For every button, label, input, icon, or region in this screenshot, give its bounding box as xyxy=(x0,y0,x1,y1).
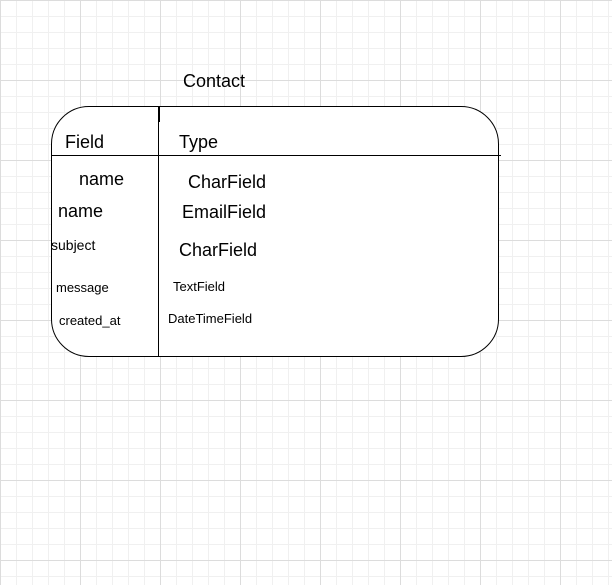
entity-title[interactable]: Contact xyxy=(183,71,245,92)
row-3-type[interactable]: CharField xyxy=(179,241,257,259)
row-5-field[interactable]: created_at xyxy=(59,314,120,327)
row-4-field[interactable]: message xyxy=(56,281,109,294)
row-5-type[interactable]: DateTimeField xyxy=(168,312,252,325)
diagram-canvas: Contact Field Type name CharField name E… xyxy=(0,0,612,585)
row-3-field[interactable]: subject xyxy=(51,238,95,252)
header-divider xyxy=(51,155,501,156)
row-2-field[interactable]: name xyxy=(58,202,103,220)
row-2-type[interactable]: EmailField xyxy=(182,203,266,221)
row-4-type[interactable]: TextField xyxy=(173,280,225,293)
column-divider-cap xyxy=(158,106,160,122)
header-type-label[interactable]: Type xyxy=(179,133,218,151)
row-1-field[interactable]: name xyxy=(79,170,124,188)
header-field-label[interactable]: Field xyxy=(65,133,104,151)
column-divider xyxy=(158,106,159,357)
row-1-type[interactable]: CharField xyxy=(188,173,266,191)
